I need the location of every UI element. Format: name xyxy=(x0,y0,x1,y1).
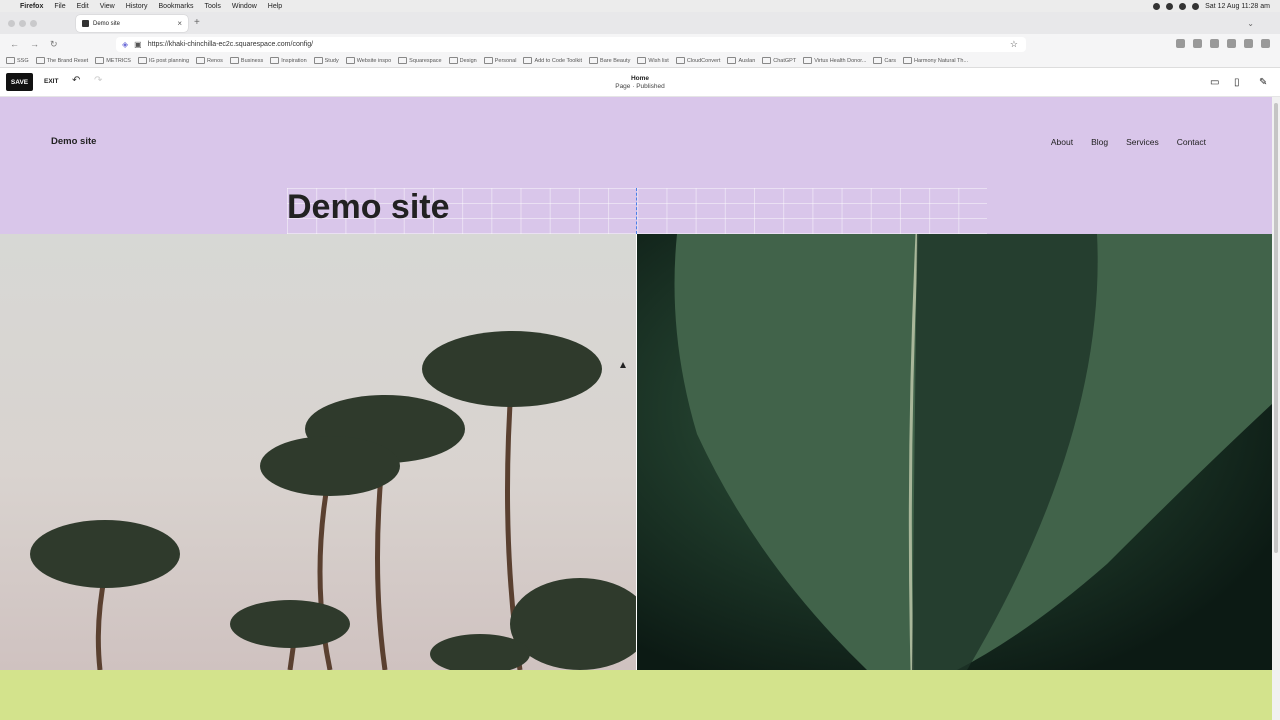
mobile-view-icon[interactable]: ▯ xyxy=(1234,77,1240,88)
lock-icon[interactable]: ▣ xyxy=(134,40,142,49)
zoom-window-button[interactable] xyxy=(30,19,37,27)
squarespace-editor-toolbar: SAVE EXIT ↶ ↷ Home Page · Published ▭ ▯ … xyxy=(0,68,1280,97)
wifi-icon[interactable] xyxy=(1179,2,1187,10)
forward-button[interactable]: → xyxy=(30,39,40,49)
center-guide-line xyxy=(636,188,637,234)
desktop-view-icon[interactable]: ▭ xyxy=(1210,77,1219,88)
menu-history[interactable]: History xyxy=(126,3,148,10)
site-styles-icon[interactable]: ✎ xyxy=(1259,77,1267,88)
browser-tab[interactable]: Demo site × xyxy=(76,15,188,32)
next-section[interactable] xyxy=(0,670,1272,720)
page-scrollbar[interactable] xyxy=(1272,97,1280,720)
page-info: Home Page · Published xyxy=(0,75,1280,91)
extension-icon[interactable] xyxy=(1227,39,1236,48)
leaf-image[interactable] xyxy=(637,233,1272,671)
extension-icon[interactable] xyxy=(1244,39,1253,48)
downloads-icon[interactable] xyxy=(1176,39,1185,48)
tab-bar: Demo site × + ⌄ xyxy=(0,12,1280,34)
menu-app[interactable]: Firefox xyxy=(20,3,43,10)
extension-icon[interactable] xyxy=(1193,39,1202,48)
navigation-bar: ← → ↻ ◈ ▣ https://khaki-chinchilla-ec2c.… xyxy=(0,34,1280,54)
hero-heading[interactable]: Demo site xyxy=(287,188,450,226)
url-bar[interactable]: ◈ ▣ https://khaki-chinchilla-ec2c.square… xyxy=(116,37,1026,52)
bookmark-item[interactable]: Business xyxy=(230,57,263,64)
site-nav: About Blog Services Contact xyxy=(1051,137,1206,147)
nav-blog[interactable]: Blog xyxy=(1091,137,1108,147)
bookmark-item[interactable]: METRICS xyxy=(95,57,131,64)
palm-trees-image[interactable] xyxy=(0,234,650,674)
tab-title: Demo site xyxy=(93,20,121,27)
reload-button[interactable]: ↻ xyxy=(50,39,60,50)
search-icon[interactable] xyxy=(1192,2,1200,10)
page-title[interactable]: Home xyxy=(0,75,1280,83)
menu-icon[interactable] xyxy=(1261,39,1270,48)
bookmark-item[interactable]: IG post planning xyxy=(138,57,189,64)
mouse-cursor xyxy=(620,362,626,368)
image-gallery xyxy=(0,233,1272,674)
bookmark-item[interactable]: CloudConvert xyxy=(676,57,721,64)
bookmark-star-icon[interactable]: ☆ xyxy=(1010,39,1018,50)
menu-edit[interactable]: Edit xyxy=(77,3,89,10)
bookmark-item[interactable]: Cars xyxy=(873,57,896,64)
palm-trees-illustration xyxy=(30,331,650,674)
menu-help[interactable]: Help xyxy=(268,3,282,10)
close-window-button[interactable] xyxy=(8,19,15,27)
menu-tools[interactable]: Tools xyxy=(205,3,221,10)
bookmark-item[interactable]: Personal xyxy=(484,57,517,64)
nav-services[interactable]: Services xyxy=(1126,137,1159,147)
close-tab-icon[interactable]: × xyxy=(177,19,182,28)
menu-bookmarks[interactable]: Bookmarks xyxy=(159,3,194,10)
scrollbar-thumb[interactable] xyxy=(1274,103,1278,553)
shield-icon[interactable]: ◈ xyxy=(122,40,128,49)
minimize-window-button[interactable] xyxy=(19,19,26,27)
bookmark-item[interactable]: Auslan xyxy=(727,57,755,64)
status-icon[interactable] xyxy=(1166,2,1174,10)
leaf-illustration xyxy=(674,233,1272,671)
bookmarks-toolbar: SSG The Brand Reset METRICS IG post plan… xyxy=(0,54,1280,68)
extension-icon[interactable] xyxy=(1210,39,1219,48)
bookmark-item[interactable]: The Brand Reset xyxy=(36,57,89,64)
toolbar-icons xyxy=(1176,39,1270,48)
new-tab-button[interactable]: + xyxy=(194,17,200,28)
bookmark-item[interactable]: Renos xyxy=(196,57,223,64)
bookmark-item[interactable]: Add to Code Toolkit xyxy=(523,57,582,64)
list-tabs-icon[interactable]: ⌄ xyxy=(1247,19,1254,28)
bookmark-item[interactable]: Design xyxy=(449,57,477,64)
nav-about[interactable]: About xyxy=(1051,137,1073,147)
bookmark-item[interactable]: SSG xyxy=(6,57,29,64)
bookmark-item[interactable]: Bare Beauty xyxy=(589,57,630,64)
bookmark-item[interactable]: Study xyxy=(314,57,339,64)
status-area: Sat 12 Aug 11:28 am xyxy=(1153,0,1270,12)
favicon-icon xyxy=(82,20,89,27)
bookmark-item[interactable]: Squarespace xyxy=(398,57,441,64)
clock[interactable]: Sat 12 Aug 11:28 am xyxy=(1205,3,1270,10)
bookmark-item[interactable]: Wish list xyxy=(637,57,668,64)
bookmark-item[interactable]: Virtus Health Donor... xyxy=(803,57,866,64)
bookmark-item[interactable]: ChatGPT xyxy=(762,57,796,64)
nav-contact[interactable]: Contact xyxy=(1177,137,1206,147)
menu-file[interactable]: File xyxy=(54,3,65,10)
bookmark-item[interactable]: Inspiration xyxy=(270,57,306,64)
mac-menubar: Firefox File Edit View History Bookmarks… xyxy=(0,0,1280,12)
url-text[interactable]: https://khaki-chinchilla-ec2c.squarespac… xyxy=(148,41,313,48)
status-icon[interactable] xyxy=(1153,2,1161,10)
page-status: Page · Published xyxy=(615,83,665,90)
site-header[interactable]: Demo site About Blog Services Contact De… xyxy=(0,97,1272,234)
window-controls xyxy=(8,19,37,27)
menu-view[interactable]: View xyxy=(100,3,115,10)
bookmark-item[interactable]: Website inspo xyxy=(346,57,391,64)
site-preview: Demo site About Blog Services Contact De… xyxy=(0,97,1272,720)
back-button[interactable]: ← xyxy=(10,39,20,49)
bookmark-item[interactable]: Harmony Natural Th... xyxy=(903,57,968,64)
site-logo[interactable]: Demo site xyxy=(51,136,96,147)
menu-window[interactable]: Window xyxy=(232,3,257,10)
